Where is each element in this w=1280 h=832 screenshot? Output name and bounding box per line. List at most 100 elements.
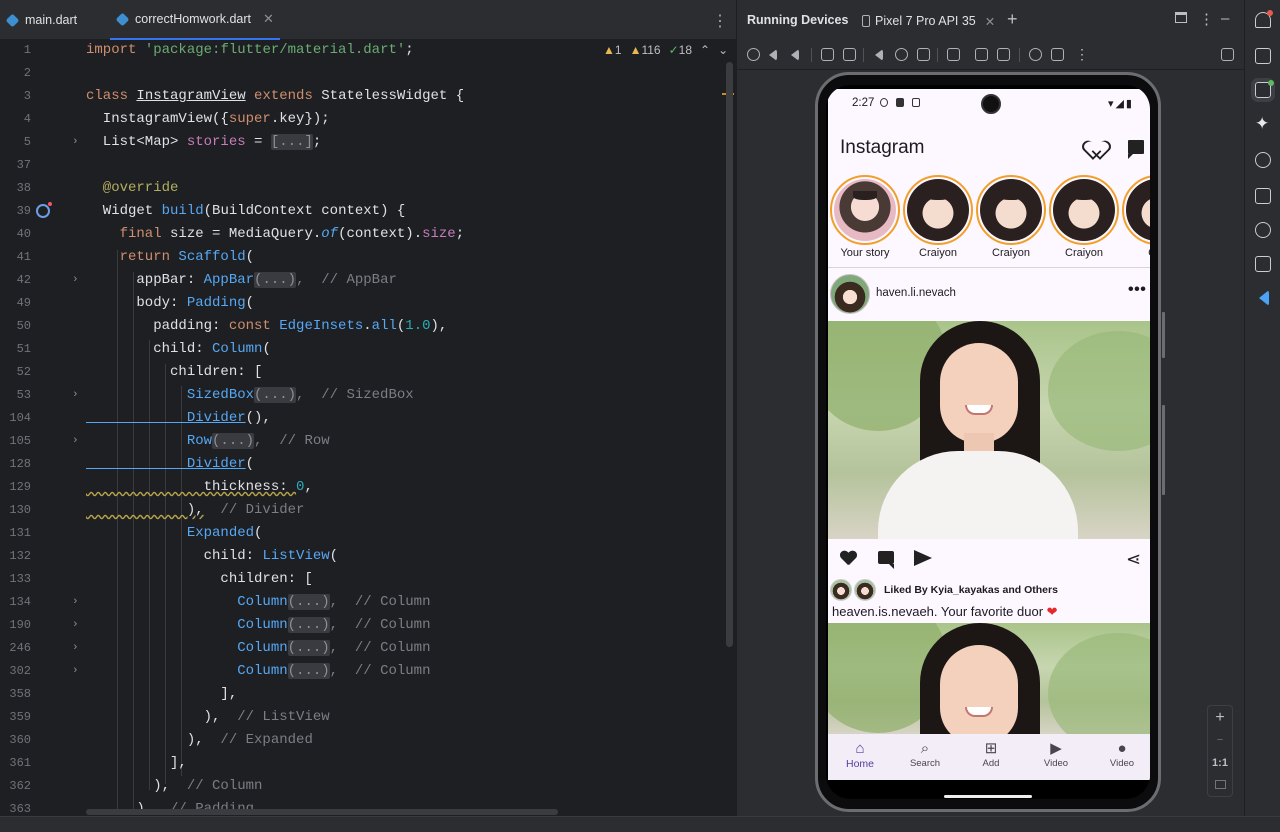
line-number: 129 — [9, 480, 31, 494]
fold-chevron-icon[interactable]: › — [72, 269, 79, 292]
code-editor[interactable]: ▲1 ▲116 ✓18 ⌃ ⌄ 1 import 'package:flutter… — [0, 40, 736, 816]
phone-screen[interactable]: 2:27 ▾◢▮ Instagram Your story Craiyon Cr… — [828, 89, 1150, 780]
tab-device[interactable]: Pixel 7 Pro API 35 ✕ — [862, 9, 995, 33]
folded-region[interactable]: [...] — [270, 134, 313, 150]
close-tab-icon[interactable]: ✕ — [985, 14, 995, 29]
override-gutter-icon[interactable] — [36, 202, 52, 218]
code-token: Column — [86, 640, 288, 656]
screen-capture-icon[interactable] — [1255, 256, 1271, 272]
home-icon[interactable] — [895, 48, 908, 61]
folded-region[interactable]: (...) — [212, 433, 255, 449]
code-token: Column — [86, 663, 288, 679]
post-username[interactable]: haven.li.nevach — [876, 287, 956, 299]
gemini-sparkle-icon[interactable]: ✦ — [1255, 115, 1271, 132]
more-options-icon[interactable]: ⋮ — [1199, 10, 1214, 28]
code-token: ( — [329, 548, 339, 564]
more-options-icon[interactable]: ⋮ — [1075, 46, 1089, 63]
volume-down-icon[interactable] — [791, 49, 799, 61]
zoom-out-button[interactable]: − — [1208, 729, 1232, 752]
story-item[interactable]: Your story — [830, 175, 900, 259]
device-tab-label: Pixel 7 Pro API 35 — [875, 14, 976, 28]
rotate-right-icon[interactable] — [843, 48, 856, 61]
overview-icon[interactable] — [917, 48, 930, 61]
signal-battery-icons: ▾◢▮ — [1107, 98, 1134, 110]
nav-item-video[interactable]: ▶ Video — [1026, 740, 1086, 769]
snapshot-icon[interactable] — [1029, 48, 1042, 61]
send-icon[interactable] — [914, 550, 932, 566]
like-heart-icon[interactable] — [840, 551, 856, 566]
code-token: children: [ — [86, 364, 263, 380]
fold-chevron-icon[interactable]: › — [72, 131, 79, 154]
zoom-in-button[interactable]: + — [1208, 706, 1232, 729]
story-avatar — [1126, 179, 1150, 241]
status-bar-strip — [0, 816, 1280, 832]
code-token: StatelessWidget { — [321, 88, 465, 104]
minimize-icon[interactable]: – — [1221, 10, 1229, 27]
video-library-icon: ▶ — [1050, 740, 1062, 757]
flutter-icon[interactable] — [1259, 290, 1269, 306]
post-image[interactable] — [828, 623, 1150, 735]
fold-chevron-icon[interactable]: › — [72, 591, 79, 614]
folded-region[interactable]: (...) — [254, 272, 297, 288]
app-inspection-icon[interactable] — [1255, 152, 1271, 168]
fold-chevron-icon[interactable]: › — [72, 614, 79, 637]
story-item[interactable]: Cra — [1122, 175, 1150, 259]
fold-chevron-icon[interactable]: › — [72, 660, 79, 683]
vertical-scrollbar[interactable] — [726, 62, 733, 647]
share-icon[interactable]: ⋖ — [1126, 549, 1141, 570]
story-item[interactable]: Craiyon — [903, 175, 973, 259]
line-number: 52 — [16, 365, 31, 379]
line-number: 361 — [9, 756, 31, 770]
device-manager-icon[interactable] — [1255, 48, 1271, 64]
fold-chevron-icon[interactable]: › — [72, 384, 79, 407]
code-token: Divider — [86, 456, 246, 472]
nav-item-search[interactable]: ⌕ Search — [895, 740, 955, 769]
window-layout-icon[interactable] — [1175, 12, 1187, 23]
close-tab-icon[interactable]: ✕ — [263, 11, 274, 27]
folded-region[interactable]: (...) — [287, 640, 330, 656]
avatar — [854, 579, 876, 601]
fold-icon[interactable] — [947, 48, 960, 61]
comment-icon[interactable] — [878, 551, 894, 569]
person-icon: ● — [1117, 740, 1127, 757]
story-item[interactable]: Craiyon — [1049, 175, 1119, 259]
fold-chevron-icon[interactable]: › — [72, 430, 79, 453]
power-icon[interactable] — [747, 48, 760, 61]
folded-region[interactable]: (...) — [287, 663, 330, 679]
link-icon[interactable] — [1255, 222, 1271, 238]
line-number: 1 — [23, 43, 31, 57]
zoom-actual-size-button[interactable]: 1:1 — [1208, 752, 1232, 775]
story-item[interactable]: Craiyon — [976, 175, 1046, 259]
code-token: all — [371, 318, 397, 334]
fold-chevron-icon[interactable]: › — [72, 637, 79, 660]
avatar[interactable] — [830, 274, 870, 314]
post-image[interactable] — [828, 321, 1150, 539]
zoom-fit-button[interactable] — [1208, 775, 1232, 798]
add-device-icon[interactable]: + — [1007, 9, 1018, 30]
heart-icon[interactable] — [1088, 141, 1106, 157]
folded-region[interactable]: (...) — [287, 594, 330, 610]
tab-main-dart[interactable]: main.dart — [5, 0, 77, 40]
nav-item-home[interactable]: ⌂ Home — [830, 740, 890, 770]
tab-correct-homwork-dart[interactable]: correctHomwork.dart ✕ — [110, 0, 280, 40]
gesture-home-bar[interactable] — [944, 795, 1032, 798]
story-label: Craiyon — [1065, 247, 1103, 259]
more-icon[interactable]: ••• — [1128, 281, 1146, 299]
nav-item-profile[interactable]: ● Video — [1092, 740, 1150, 769]
record-icon[interactable] — [997, 48, 1010, 61]
folded-region[interactable]: (...) — [287, 617, 330, 633]
rotate-left-icon[interactable] — [821, 48, 834, 61]
message-icon[interactable] — [1128, 140, 1144, 159]
volume-up-icon[interactable] — [769, 49, 777, 61]
extended-controls-icon[interactable] — [1051, 48, 1064, 61]
mirror-icon[interactable] — [1221, 48, 1234, 61]
layout-inspector-icon[interactable] — [1255, 188, 1271, 204]
screenshot-icon[interactable] — [975, 48, 988, 61]
code-token: SizedBox — [86, 387, 255, 403]
horizontal-scrollbar[interactable] — [86, 809, 558, 815]
back-icon[interactable] — [875, 49, 883, 61]
nav-item-add[interactable]: ⊞ Add — [961, 740, 1021, 769]
folded-region[interactable]: (...) — [254, 387, 297, 403]
more-options-icon[interactable]: ⋮ — [712, 11, 728, 31]
notification-icon — [912, 98, 920, 107]
